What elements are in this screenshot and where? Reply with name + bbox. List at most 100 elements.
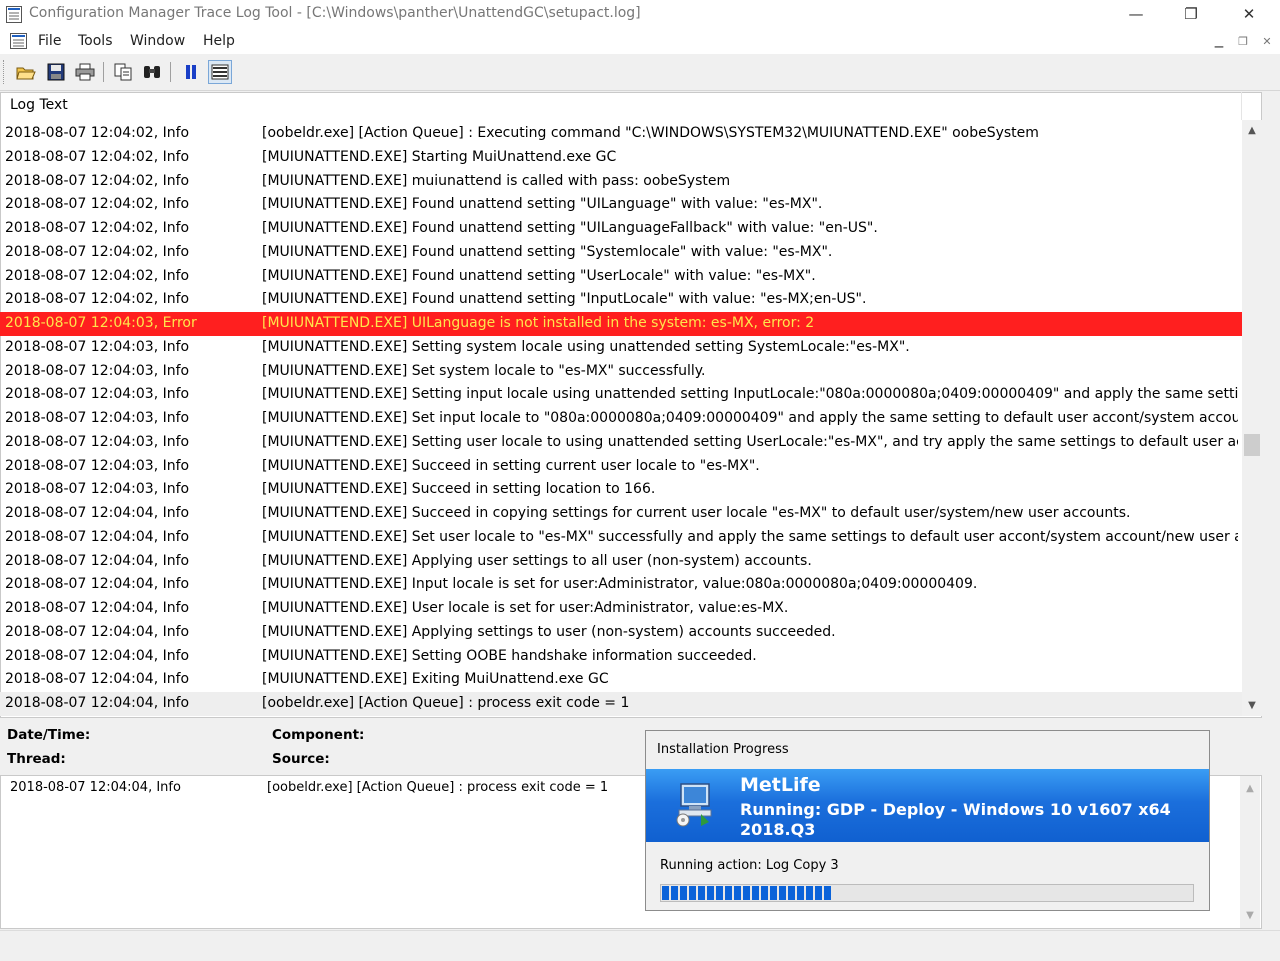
log-row[interactable]: 2018-08-07 12:04:04, Info [MUIUNATTEND.EX…: [0, 621, 1242, 645]
log-row[interactable]: 2018-08-07 12:04:03, Info [MUIUNATTEND.EX…: [0, 360, 1242, 384]
log-row-message: [MUIUNATTEND.EXE] Found unattend setting…: [262, 220, 878, 236]
log-row-message: [MUIUNATTEND.EXE] Setting system locale …: [262, 338, 910, 355]
log-row-message: [MUIUNATTEND.EXE] Set system locale to "…: [262, 362, 706, 379]
log-row-message: [MUIUNATTEND.EXE] Set user locale to "es…: [262, 528, 1238, 545]
log-row-date-type: 2018-08-07 12:04:02, Info: [5, 243, 190, 260]
log-row-date-type: 2018-08-07 12:04:02, Info: [5, 220, 190, 236]
log-row-date-type: 2018-08-07 12:04:03, Info: [5, 481, 190, 498]
progress-bar-fill: [662, 886, 832, 900]
log-row-date-type: 2018-08-07 12:04:04, Info: [5, 647, 190, 664]
log-row[interactable]: 2018-08-07 12:04:04, Info [MUIUNATTEND.EX…: [0, 645, 1242, 669]
log-row-message: [MUIUNATTEND.EXE] Applying user settings…: [262, 552, 812, 569]
log-row-error[interactable]: 2018-08-07 12:04:03, Error [MUIUNATTEND.E…: [0, 312, 1242, 336]
dialog-title: Installation Progress: [657, 742, 789, 757]
computer-icon: [673, 780, 717, 828]
log-row-date-type: 2018-08-07 12:04:02, Info: [5, 125, 190, 141]
log-row[interactable]: 2018-08-07 12:04:04, Info [MUIUNATTEND.EX…: [0, 597, 1242, 621]
log-scrollbar[interactable]: [1242, 120, 1262, 716]
log-row[interactable]: 2018-08-07 12:04:03, Info [MUIUNATTEND.EX…: [0, 455, 1242, 479]
log-row-date-type: 2018-08-07 12:04:03, Info: [5, 433, 190, 450]
detail-date-time: 2018-08-07 12:04:04, Info: [10, 780, 181, 795]
log-row-date-type: 2018-08-07 12:04:03, Info: [5, 410, 190, 426]
child-restore-icon[interactable]: ❐: [1233, 33, 1253, 51]
log-row[interactable]: 2018-08-07 12:04:04, Info [MUIUNATTEND.EX…: [0, 573, 1242, 597]
minimize-button[interactable]: —: [1113, 0, 1159, 30]
scroll-up-icon[interactable]: ▲: [1243, 122, 1261, 140]
log-row-date-type: 2018-08-07 12:04:04, Info: [5, 623, 190, 640]
toolbar-grip[interactable]: [3, 60, 7, 84]
log-row-message: [MUIUNATTEND.EXE] UILanguage is not inst…: [262, 315, 815, 331]
log-row[interactable]: 2018-08-07 12:04:02, Info [MUIUNATTEND.EX…: [0, 265, 1242, 289]
log-row-message: [MUIUNATTEND.EXE] Found unattend setting…: [262, 196, 823, 213]
log-row[interactable]: 2018-08-07 12:04:03, Info [MUIUNATTEND.EX…: [0, 407, 1242, 431]
copy-icon[interactable]: [111, 60, 135, 84]
scroll-down-icon[interactable]: ▼: [1243, 697, 1261, 715]
log-row-date-type: 2018-08-07 12:04:04, Info: [5, 528, 190, 545]
log-row[interactable]: 2018-08-07 12:04:02, Info [MUIUNATTEND.EX…: [0, 170, 1242, 194]
log-rows: 2018-08-07 12:04:02, Info [oobeldr.exe] […: [0, 122, 1242, 716]
save-icon[interactable]: [44, 60, 68, 84]
log-row[interactable]: 2018-08-07 12:04:02, Info [MUIUNATTEND.EX…: [0, 241, 1242, 265]
log-row-message: [MUIUNATTEND.EXE] muiunattend is called …: [262, 172, 731, 189]
log-row[interactable]: 2018-08-07 12:04:02, Info [MUIUNATTEND.EX…: [0, 193, 1242, 217]
column-divider[interactable]: [1241, 92, 1242, 120]
toolbar-separator: [103, 62, 104, 82]
maximize-button[interactable]: ❐: [1168, 0, 1214, 30]
menu-window[interactable]: Window: [130, 33, 185, 49]
source-label: Source:: [272, 751, 330, 767]
log-row[interactable]: 2018-08-07 12:04:04, Info [MUIUNATTEND.EX…: [0, 526, 1242, 550]
child-minimize-icon[interactable]: ▁: [1209, 33, 1229, 51]
log-row[interactable]: 2018-08-07 12:04:04, Info [MUIUNATTEND.EX…: [0, 502, 1242, 526]
log-row-message: [oobeldr.exe] [Action Queue] : process e…: [262, 695, 630, 711]
log-row[interactable]: 2018-08-07 12:04:04, Info [oobeldr.exe] […: [0, 692, 1242, 716]
log-row-message: [MUIUNATTEND.EXE] Succeed in setting loc…: [262, 481, 656, 498]
log-row-date-type: 2018-08-07 12:04:04, Info: [5, 695, 190, 711]
log-row-date-type: 2018-08-07 12:04:03, Info: [5, 457, 190, 474]
log-row[interactable]: 2018-08-07 12:04:02, Info [MUIUNATTEND.EX…: [0, 146, 1242, 170]
close-button[interactable]: ✕: [1226, 0, 1272, 30]
column-header-log-text[interactable]: Log Text: [10, 97, 68, 113]
log-row-date-type: 2018-08-07 12:04:04, Info: [5, 505, 190, 521]
document-icon[interactable]: [9, 32, 29, 50]
menu-file[interactable]: File: [38, 33, 61, 49]
log-row-message: [MUIUNATTEND.EXE] Exiting MuiUnattend.ex…: [262, 671, 609, 688]
log-row[interactable]: 2018-08-07 12:04:03, Info [MUIUNATTEND.EX…: [0, 336, 1242, 360]
log-row[interactable]: 2018-08-07 12:04:03, Info [MUIUNATTEND.EX…: [0, 478, 1242, 502]
detail-scrollbar[interactable]: [1240, 776, 1260, 928]
log-row-message: [MUIUNATTEND.EXE] Found unattend setting…: [262, 291, 867, 308]
log-row[interactable]: 2018-08-07 12:04:03, Info [MUIUNATTEND.EX…: [0, 431, 1242, 455]
print-icon[interactable]: [73, 60, 97, 84]
log-row-message: [MUIUNATTEND.EXE] Set input locale to "0…: [262, 410, 1238, 426]
log-row-date-type: 2018-08-07 12:04:04, Info: [5, 600, 190, 616]
company-name: MetLife: [740, 774, 821, 796]
log-row[interactable]: 2018-08-07 12:04:04, Info [MUIUNATTEND.EX…: [0, 550, 1242, 574]
log-row-date-type: 2018-08-07 12:04:02, Info: [5, 267, 190, 284]
menu-tools[interactable]: Tools: [78, 33, 113, 49]
toolbar: [0, 54, 1280, 91]
log-row[interactable]: 2018-08-07 12:04:02, Info [MUIUNATTEND.EX…: [0, 288, 1242, 312]
open-icon[interactable]: [14, 60, 38, 84]
menu-help[interactable]: Help: [203, 33, 235, 49]
pause-icon[interactable]: [179, 60, 203, 84]
find-icon[interactable]: [140, 60, 164, 84]
log-row-date-type: 2018-08-07 12:04:02, Info: [5, 148, 190, 165]
window-title: Configuration Manager Trace Log Tool - […: [29, 5, 641, 21]
scrollbar-thumb[interactable]: [1244, 434, 1260, 456]
menu-bar: File Tools Window Help ▁ ❐ ✕: [0, 30, 1280, 54]
log-row-date-type: 2018-08-07 12:04:02, Info: [5, 291, 190, 308]
status-bar: [0, 930, 1280, 961]
log-row-date-type: 2018-08-07 12:04:02, Info: [5, 196, 190, 213]
log-row[interactable]: 2018-08-07 12:04:02, Info [oobeldr.exe] […: [0, 122, 1242, 146]
log-row-message: [MUIUNATTEND.EXE] User locale is set for…: [262, 600, 789, 616]
log-row-date-type: 2018-08-07 12:04:04, Info: [5, 576, 190, 593]
highlight-icon[interactable]: [208, 60, 232, 84]
log-row[interactable]: 2018-08-07 12:04:04, Info [MUIUNATTEND.EX…: [0, 668, 1242, 692]
title-bar[interactable]: Configuration Manager Trace Log Tool - […: [0, 0, 1280, 30]
progress-bar: [660, 884, 1194, 902]
scroll-down-icon[interactable]: ▼: [1241, 907, 1259, 925]
log-row[interactable]: 2018-08-07 12:04:02, Info [MUIUNATTEND.EX…: [0, 217, 1242, 241]
log-row[interactable]: 2018-08-07 12:04:03, Info [MUIUNATTEND.EX…: [0, 383, 1242, 407]
child-close-icon[interactable]: ✕: [1257, 33, 1277, 51]
scroll-up-icon[interactable]: ▲: [1241, 780, 1259, 798]
log-row-date-type: 2018-08-07 12:04:02, Info: [5, 172, 190, 189]
